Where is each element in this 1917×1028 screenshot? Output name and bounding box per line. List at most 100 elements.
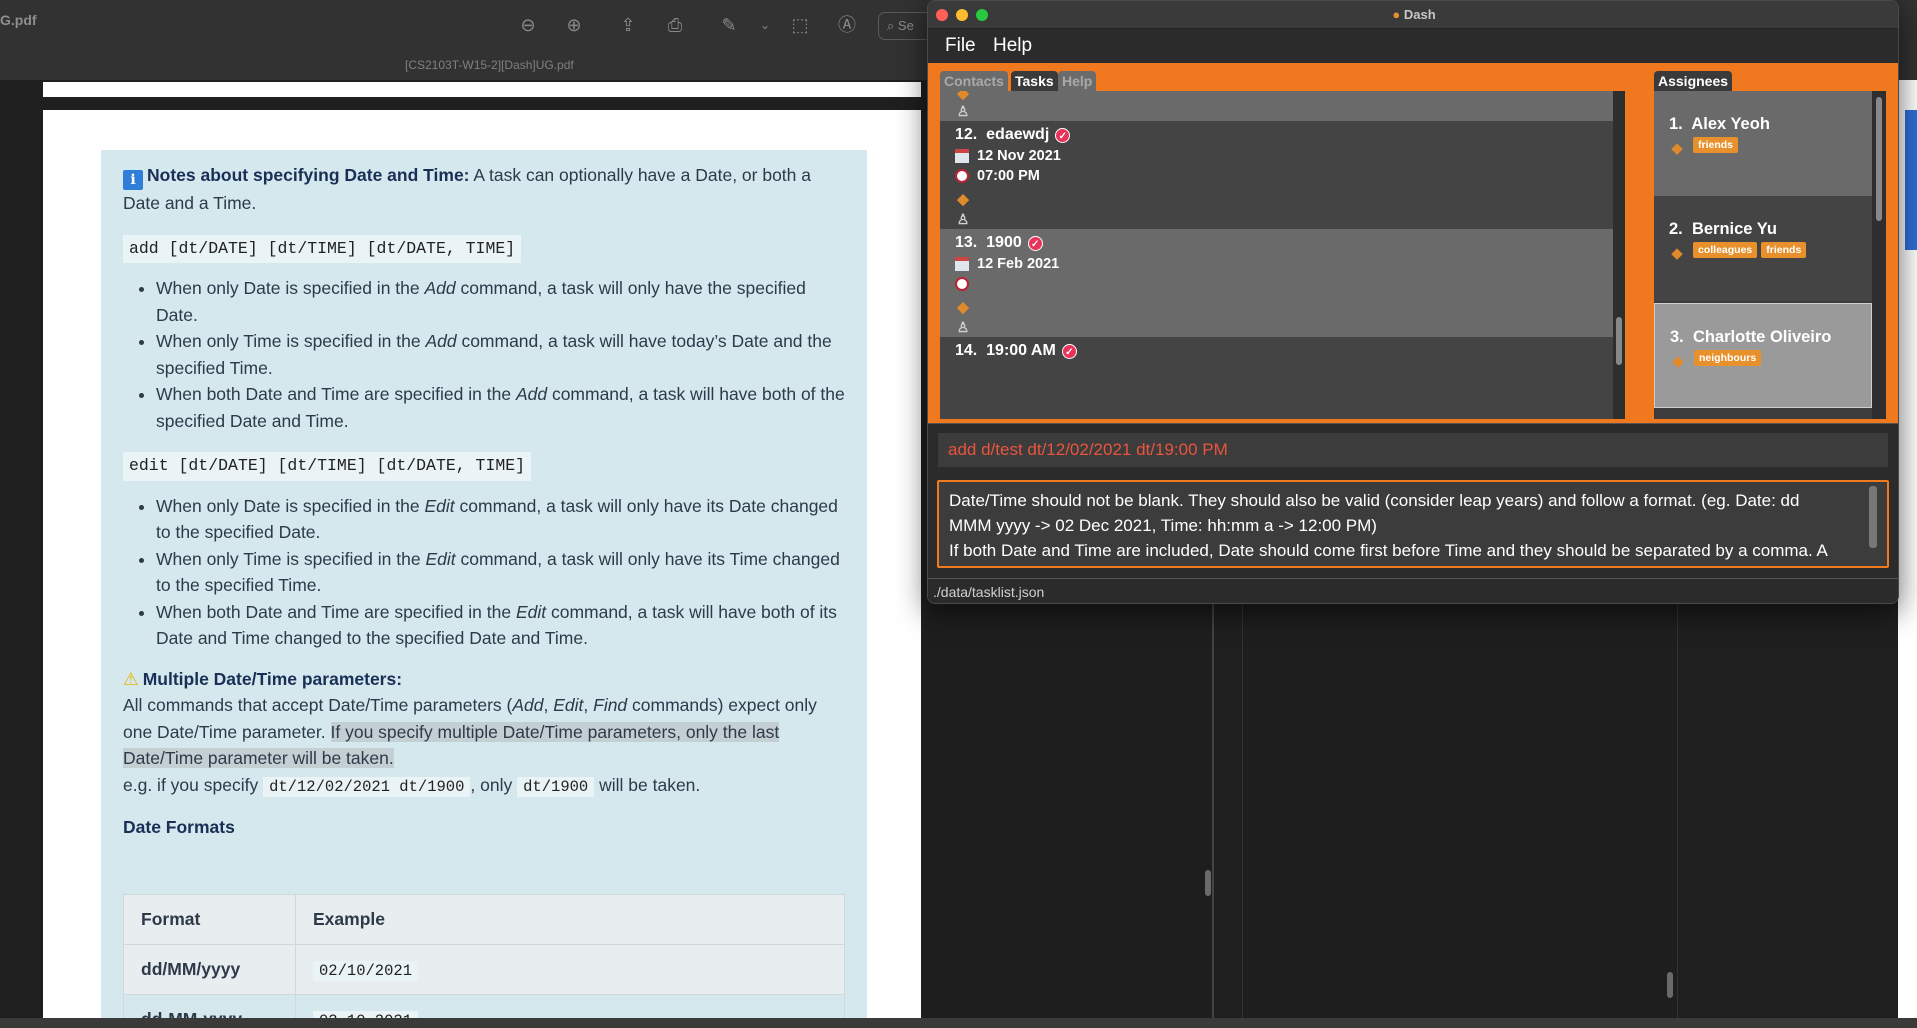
status-bar: ./data/tasklist.json: [928, 578, 1898, 603]
result-display[interactable]: Date/Time should not be blank. They shou…: [937, 480, 1889, 568]
task-date: 12 Nov 2021: [955, 148, 1061, 164]
pdf-previous-page-edge: [43, 82, 921, 97]
tag-icon: ◆: [1671, 245, 1683, 262]
assignee-card[interactable]: 1. Alex Yeoh ◆ friends: [1654, 91, 1872, 196]
tab-assignees[interactable]: Assignees: [1654, 71, 1733, 91]
app-icon: ●: [1392, 7, 1401, 22]
storage-path: ./data/tasklist.json: [933, 584, 1045, 600]
assignee-card[interactable]: 3. Charlotte Oliveiro ◆ neighbours: [1654, 303, 1872, 408]
menubar: File Help: [928, 29, 1898, 63]
table-cell: dd/MM/yyyy: [123, 944, 296, 995]
list-item: When both Date and Time are specified in…: [156, 599, 845, 652]
task-list-scrollbar[interactable]: [1613, 91, 1625, 419]
main-panel: Contacts Tasks Help ◆ ♙ 12. edaewdj ✓ 12 …: [928, 63, 1898, 423]
example-text: e.g. if you specify dt/12/02/2021 dt/190…: [123, 774, 701, 797]
command-area: [928, 423, 1898, 473]
tag-chip: colleagues: [1693, 242, 1758, 258]
task-card[interactable]: 12. edaewdj ✓ 12 Nov 2021 07:00 PM ◆ ♙: [940, 121, 1625, 229]
warning-text: All commands that accept Date/Time param…: [123, 695, 817, 768]
task-list[interactable]: ◆ ♙ 12. edaewdj ✓ 12 Nov 2021 07:00 PM ◆ …: [940, 91, 1625, 419]
date-formats-heading: Date Formats: [123, 817, 235, 837]
selection-strip: [1905, 110, 1917, 250]
command-box: [937, 432, 1890, 468]
clock-icon: [955, 277, 969, 291]
list-item: When only Date is specified in the Add c…: [156, 275, 845, 328]
task-time: 07:00 PM: [955, 168, 1040, 184]
markup-icon[interactable]: ✎: [716, 12, 742, 38]
table-row: dd/MM/yyyy 02/10/2021: [123, 944, 845, 995]
dash-window: ● Dash File Help Contacts Tasks Help ◆ ♙…: [927, 0, 1899, 604]
task-card[interactable]: 14. 19:00 AM ✓: [940, 337, 1625, 419]
edit-syntax: edit [dt/DATE] [dt/TIME] [dt/DATE, TIME]: [123, 452, 532, 481]
list-item: When only Time is specified in the Edit …: [156, 546, 845, 599]
task-card[interactable]: ◆ ♙: [940, 91, 1625, 121]
list-item: When only Time is specified in the Add c…: [156, 328, 845, 381]
assignee-name: 2. Bernice Yu: [1669, 220, 1777, 238]
list-item: When both Date and Time are specified in…: [156, 381, 845, 434]
table-header: Example: [295, 894, 845, 945]
tab-tasks[interactable]: Tasks: [1011, 71, 1058, 91]
search-placeholder: Se: [897, 18, 914, 33]
table-cell: dd-MM-yyyy: [123, 994, 296, 1020]
scrollbar-thumb[interactable]: [1876, 97, 1882, 221]
tag-icon: ◆: [1671, 140, 1683, 157]
assignee-list-scrollbar[interactable]: [1872, 91, 1886, 419]
tag-icon: ◆: [957, 299, 969, 316]
table-cell: 02/10/2021: [295, 944, 845, 995]
clock-icon: [955, 169, 969, 183]
background-window: [1242, 600, 1678, 1020]
menu-file[interactable]: File: [945, 35, 976, 57]
markup-dropdown-chevron-icon[interactable]: ⌄: [752, 12, 778, 38]
assignee-icon: ♙: [956, 103, 970, 119]
assignee-name: 3. Charlotte Oliveiro: [1670, 328, 1832, 346]
assignee-list[interactable]: 1. Alex Yeoh ◆ friends 2. Bernice Yu ◆ col…: [1654, 91, 1886, 419]
task-title: 13. 1900 ✓: [955, 234, 1043, 252]
assignee-name: 1. Alex Yeoh: [1669, 115, 1770, 133]
pdf-bottom-strip: [0, 1018, 1917, 1028]
add-bullet-list: When only Date is specified in the Add c…: [156, 275, 845, 434]
completed-check-icon: ✓: [1027, 236, 1043, 251]
table-header-row: Format Example: [123, 894, 845, 945]
info-icon: i: [123, 170, 143, 190]
background-window: [924, 600, 1214, 1020]
calendar-icon: [955, 149, 969, 163]
assignee-icon: ♙: [956, 211, 970, 227]
note-title: Notes about specifying Date and Time:: [147, 165, 470, 185]
completed-check-icon: ✓: [1055, 128, 1071, 143]
tag-icon: ◆: [957, 191, 969, 208]
search-icon: ⌕: [887, 18, 895, 33]
edit-bullet-list: When only Date is specified in the Edit …: [156, 493, 845, 652]
pdf-document-title: [CS2103T-W15-2][Dash]UG.pdf: [405, 58, 574, 72]
note-box: i Notes about specifying Date and Time: A…: [101, 150, 867, 1020]
tag-chip: neighbours: [1694, 350, 1762, 366]
menu-help[interactable]: Help: [993, 35, 1032, 57]
warning-icon: ⚠: [123, 668, 139, 689]
pdf-filename: G.pdf: [0, 12, 37, 28]
table-row: dd-MM-yyyy 02-10-2021: [123, 994, 845, 1020]
rotate-icon[interactable]: ⬚: [787, 12, 813, 38]
assignee-card[interactable]: 2. Bernice Yu ◆ colleagues friends: [1654, 196, 1872, 301]
task-card[interactable]: 13. 1900 ✓ 12 Feb 2021 ◆ ♙: [940, 229, 1625, 337]
task-title: 14. 19:00 AM ✓: [955, 342, 1077, 360]
task-time: [955, 276, 977, 292]
add-syntax: add [dt/DATE] [dt/TIME] [dt/DATE, TIME]: [123, 234, 522, 263]
zoom-in-icon[interactable]: ⊕: [561, 12, 587, 38]
scrollbar-thumb[interactable]: [1667, 972, 1673, 998]
annotate-icon[interactable]: Ⓐ: [834, 12, 860, 38]
calendar-icon: [955, 257, 969, 271]
tab-contacts[interactable]: Contacts: [940, 71, 1008, 91]
scrollbar-thumb[interactable]: [1205, 870, 1211, 896]
scrollbar-thumb[interactable]: [1616, 317, 1622, 365]
print-icon[interactable]: ⎙: [662, 12, 688, 38]
warning-title: Multiple Date/Time parameters:: [142, 668, 403, 689]
zoom-out-icon[interactable]: ⊖: [515, 12, 541, 38]
tag-icon: ◆: [1672, 353, 1684, 370]
task-date: 12 Feb 2021: [955, 256, 1059, 272]
window-titlebar: ● Dash: [928, 1, 1898, 29]
share-icon[interactable]: ⇪: [615, 12, 641, 38]
tag-chip: friends: [1693, 137, 1739, 153]
result-scrollbar-thumb[interactable]: [1869, 486, 1877, 548]
tab-help[interactable]: Help: [1058, 71, 1097, 91]
command-input[interactable]: [938, 433, 1890, 467]
window-title: ● Dash: [1392, 7, 1436, 22]
